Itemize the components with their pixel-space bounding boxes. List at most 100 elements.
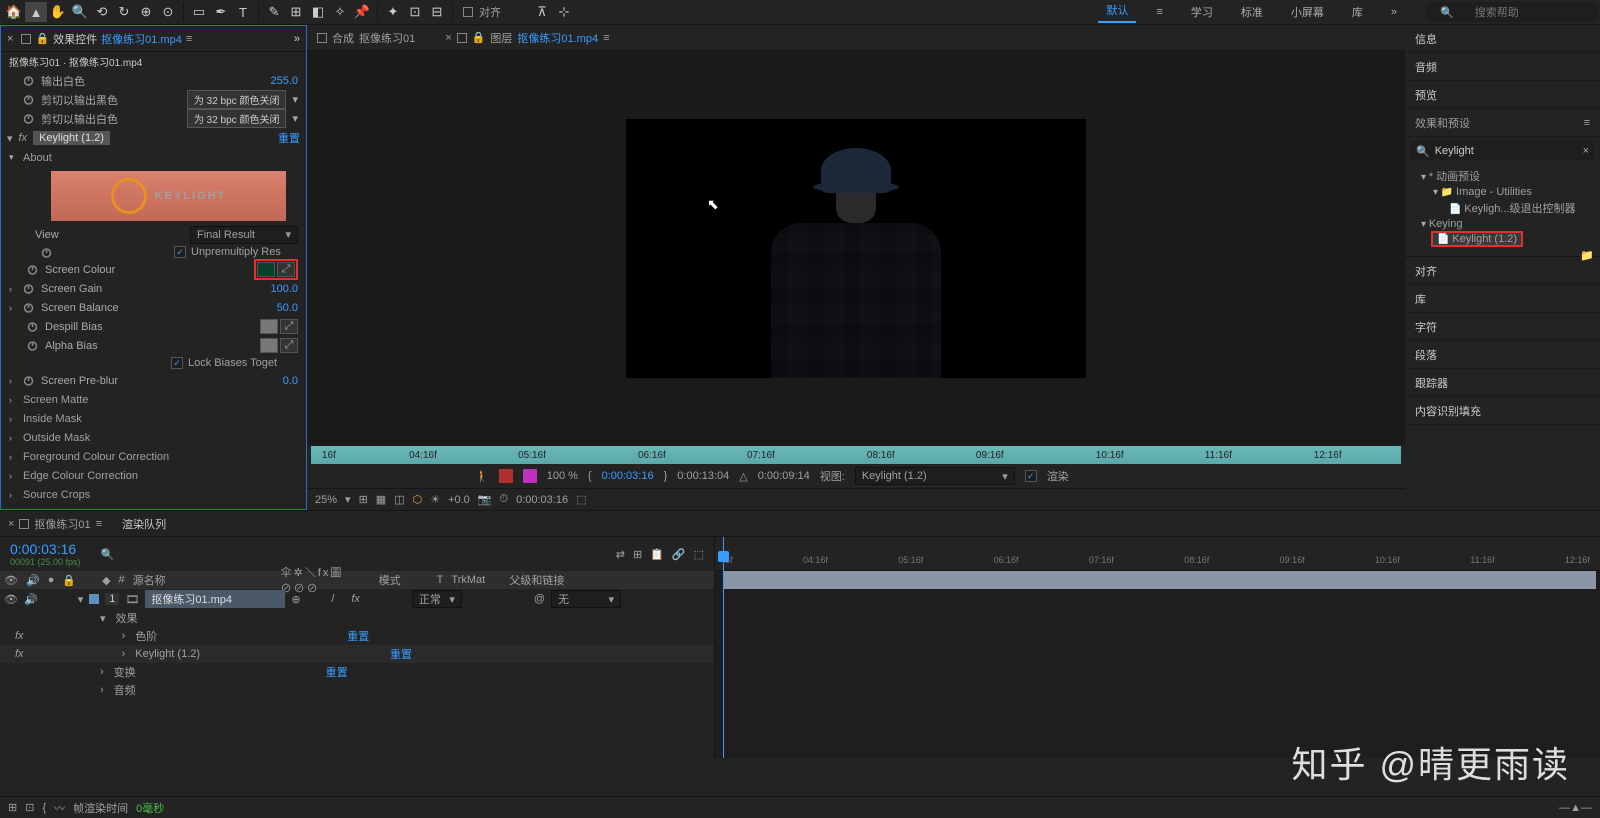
pan-behind-icon[interactable]: ⊕ bbox=[135, 2, 157, 22]
out-timecode[interactable]: 0:00:13:04 bbox=[677, 470, 729, 482]
snapshot-icon[interactable]: 📷 bbox=[478, 493, 492, 506]
tl-tool-icon[interactable]: ⊞ bbox=[633, 548, 642, 561]
blend-mode-dropdown[interactable]: 正常▾ bbox=[412, 590, 462, 608]
panel-content-aware[interactable]: 内容识别填充 bbox=[1405, 397, 1600, 425]
timeline-ruler[interactable]: 5f04:16f05:16f06:16f07:16f08:16f09:16f10… bbox=[715, 537, 1600, 571]
comp-tab[interactable]: 合成 抠像练习01 bbox=[317, 30, 415, 46]
close-icon[interactable]: × bbox=[8, 518, 14, 530]
solo-col-icon[interactable]: ● bbox=[48, 574, 55, 586]
puppet-tool-icon[interactable]: 📌 bbox=[351, 2, 373, 22]
region-icon[interactable]: ⬚ bbox=[576, 493, 586, 506]
mask-icon[interactable]: ◫ bbox=[394, 493, 404, 506]
stopwatch-icon[interactable] bbox=[27, 321, 39, 333]
exposure-icon[interactable]: ☀ bbox=[430, 493, 440, 506]
fx-reset[interactable]: 重置 bbox=[278, 130, 300, 146]
selection-tool-icon[interactable]: ▲ bbox=[25, 2, 47, 22]
visibility-toggle[interactable]: 👁 bbox=[4, 593, 18, 606]
unpremult-checkbox[interactable]: ✓ bbox=[174, 246, 186, 258]
prop-group[interactable]: ›Edge Colour Correction bbox=[1, 466, 306, 485]
close-icon[interactable]: × bbox=[445, 32, 451, 44]
workspace-menu-icon[interactable]: ≡ bbox=[1148, 6, 1170, 18]
visibility-col-icon[interactable]: 👁 bbox=[4, 574, 18, 587]
tab-menu-icon[interactable]: ≡ bbox=[186, 33, 192, 45]
timeline-right[interactable]: 5f04:16f05:16f06:16f07:16f08:16f09:16f10… bbox=[715, 537, 1600, 758]
orbit-tool-icon[interactable]: ⟲ bbox=[91, 2, 113, 22]
eraser-tool-icon[interactable]: ◧ bbox=[307, 2, 329, 22]
workspace-library[interactable]: 库 bbox=[1344, 4, 1371, 20]
snap-icon[interactable]: ⊡ bbox=[404, 2, 426, 22]
zoom-slider-icon[interactable]: —▲— bbox=[1559, 802, 1592, 814]
panel-character[interactable]: 字符 bbox=[1405, 313, 1600, 341]
workspace-default[interactable]: 默认 bbox=[1098, 2, 1136, 23]
tree-keying[interactable]: ▾ Keying bbox=[1411, 217, 1594, 231]
layer-name[interactable]: 抠像练习01.mp4 bbox=[145, 590, 285, 608]
workspace-more-icon[interactable]: » bbox=[1383, 6, 1405, 18]
prop-group[interactable]: ›Source Crops bbox=[1, 485, 306, 504]
lock-biases-checkbox[interactable]: ✓ bbox=[171, 357, 183, 369]
panel-audio[interactable]: 音频 bbox=[1405, 53, 1600, 81]
stopwatch-icon[interactable] bbox=[23, 283, 35, 295]
stopwatch-icon[interactable] bbox=[27, 264, 39, 276]
lock-icon[interactable]: 🔒 bbox=[35, 32, 49, 45]
render-checkbox[interactable]: ✓ bbox=[1025, 470, 1037, 482]
snapping-icon[interactable]: ⊹ bbox=[553, 2, 575, 22]
colour-swatch[interactable] bbox=[260, 338, 278, 353]
tree-keylight-highlighted[interactable]: 📄 Keylight (1.2) bbox=[1431, 231, 1523, 247]
effect-controls-tab[interactable]: × 🔒 效果控件 抠像练习01.mp4 ≡ » bbox=[1, 26, 306, 52]
stopwatch-icon[interactable] bbox=[23, 94, 35, 106]
walk-icon[interactable]: 🚶 bbox=[475, 470, 489, 483]
eyedropper-icon[interactable]: ⤢ bbox=[280, 319, 298, 334]
audio-col-icon[interactable]: 🔊 bbox=[26, 574, 40, 587]
expand-icon[interactable]: » bbox=[294, 33, 300, 45]
time-icon[interactable]: ⏱ bbox=[500, 493, 509, 506]
fx-keylight-header[interactable]: ▾ fx Keylight (1.2) 重置 bbox=[1, 128, 306, 148]
prop-group[interactable]: ›Outside Mask bbox=[1, 428, 306, 447]
tab-menu-icon[interactable]: ≡ bbox=[603, 32, 609, 44]
timeline-tab-comp[interactable]: × 抠像练习01 ≡ bbox=[8, 516, 102, 532]
stopwatch-icon[interactable] bbox=[23, 75, 35, 87]
col-source[interactable]: 源名称 bbox=[133, 572, 273, 588]
pen-tool-icon[interactable]: ✒ bbox=[210, 2, 232, 22]
clone-tool-icon[interactable]: ⊞ bbox=[285, 2, 307, 22]
col-mode[interactable]: 模式 bbox=[379, 572, 429, 588]
eyedropper-icon[interactable]: ⤢ bbox=[277, 262, 295, 277]
search-icon[interactable]: 🔍 bbox=[101, 548, 115, 561]
layer-effects-group[interactable]: ▾效果 bbox=[0, 609, 714, 627]
tree-image-util[interactable]: ▾ 📁 Image - Utilities bbox=[1411, 185, 1594, 199]
help-search[interactable]: 🔍 搜索帮助 bbox=[1427, 2, 1597, 22]
tl-tool-icon[interactable]: ⬚ bbox=[694, 548, 704, 561]
colour-swatch[interactable] bbox=[257, 262, 275, 277]
panel-effects-presets[interactable]: 效果和预设≡ bbox=[1405, 109, 1600, 137]
fx-about[interactable]: ▾ About bbox=[1, 148, 306, 167]
text-tool-icon[interactable]: T bbox=[232, 2, 254, 22]
layer-levels[interactable]: fx›色阶重置 bbox=[0, 627, 714, 645]
panel-tracker[interactable]: 跟踪器 bbox=[1405, 369, 1600, 397]
tl-tool-icon[interactable]: 📋 bbox=[650, 548, 664, 561]
prop-group[interactable]: ›Foreground Colour Correction bbox=[1, 447, 306, 466]
resolution-icon[interactable]: ⊞ bbox=[359, 493, 368, 506]
viewer-canvas[interactable]: ⬉ bbox=[307, 51, 1405, 446]
rotate-tool-icon[interactable]: ↻ bbox=[113, 2, 135, 22]
pickwhip-icon[interactable]: @ bbox=[534, 593, 545, 605]
prop-group[interactable]: ›Inside Mask bbox=[1, 409, 306, 428]
red-chip[interactable] bbox=[499, 469, 513, 483]
view-dropdown[interactable]: Final Result▾ bbox=[190, 226, 298, 244]
layer-audio[interactable]: ›音频 bbox=[0, 681, 714, 699]
prop-group[interactable]: ›Screen Matte bbox=[1, 390, 306, 409]
panel-preview[interactable]: 预览 bbox=[1405, 81, 1600, 109]
brush-tool-icon[interactable]: ✎ bbox=[263, 2, 285, 22]
panel-menu-icon[interactable]: ≡ bbox=[1584, 117, 1590, 129]
col-parent[interactable]: 父级和链接 bbox=[509, 572, 564, 588]
playhead[interactable] bbox=[723, 537, 724, 758]
axis-icon[interactable]: ✦ bbox=[382, 2, 404, 22]
hand-tool-icon[interactable]: ✋ bbox=[47, 2, 69, 22]
timeline-tab-render[interactable]: 渲染队列 bbox=[122, 516, 166, 532]
parent-dropdown[interactable]: 无▾ bbox=[551, 590, 621, 608]
stopwatch-icon[interactable] bbox=[27, 340, 39, 352]
roto-tool-icon[interactable]: ✧ bbox=[329, 2, 351, 22]
magenta-chip[interactable] bbox=[523, 469, 537, 483]
workspace-learn[interactable]: 学习 bbox=[1183, 4, 1221, 20]
layer-clip[interactable] bbox=[723, 571, 1596, 589]
tl-tool-icon[interactable]: ⇄ bbox=[616, 548, 625, 561]
workspace-standard[interactable]: 标准 bbox=[1233, 4, 1271, 20]
